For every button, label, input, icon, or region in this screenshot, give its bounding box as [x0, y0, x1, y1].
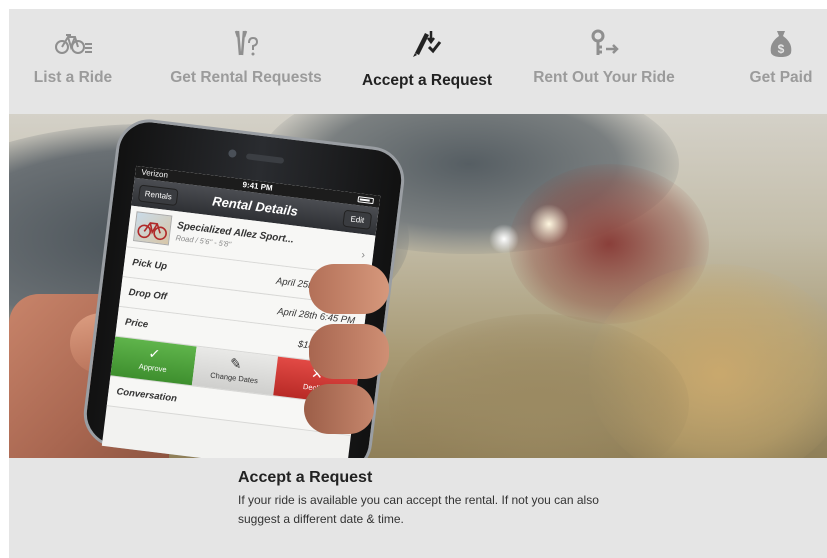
finger [309, 264, 389, 314]
step-label: Accept a Request [361, 72, 493, 89]
hero-photo: Verizon 9:41 PM Rentals Rental Details E… [9, 114, 827, 458]
step-label: Get Rental Requests [170, 69, 322, 86]
finger [304, 384, 374, 434]
finger [309, 324, 389, 379]
step-list-a-ride[interactable]: List a Ride [17, 9, 129, 114]
tools-question-icon [226, 27, 266, 59]
step-rent-out-your-ride[interactable]: Rent Out Your Ride [524, 9, 684, 114]
step-title: Accept a Request [238, 469, 373, 486]
pen-check-icon [407, 27, 447, 59]
step-description: Accept a Request If your ride is availab… [238, 469, 638, 529]
dropoff-label: Drop Off [128, 286, 168, 303]
step-label: Rent Out Your Ride [533, 69, 675, 86]
bicycle-thumbnail [132, 211, 173, 246]
money-bag-icon: $ [761, 27, 801, 59]
step-get-paid[interactable]: $ Get Paid [741, 9, 821, 114]
step-body: If your ride is available you can accept… [238, 493, 599, 526]
step-label: List a Ride [33, 69, 113, 86]
step-get-rental-requests[interactable]: Get Rental Requests [167, 9, 325, 114]
steps-nav: List a Ride Get Rental Requests Accept a… [9, 9, 827, 114]
pickup-label: Pick Up [131, 257, 168, 273]
svg-text:$: $ [778, 42, 785, 56]
conversation-label: Conversation [115, 386, 178, 405]
approve-label: Approve [138, 361, 168, 375]
price-label: Price [124, 316, 149, 331]
pencil-icon: ✎ [229, 354, 243, 373]
edit-button[interactable]: Edit [342, 209, 373, 230]
checkmark-icon: ✓ [147, 344, 162, 363]
bicycle-list-icon [53, 27, 93, 59]
how-it-works-panel: List a Ride Get Rental Requests Accept a… [9, 9, 827, 558]
step-accept-a-request[interactable]: Accept a Request [352, 9, 502, 114]
step-label: Get Paid [749, 69, 813, 86]
chevron-right-icon: › [360, 248, 366, 261]
key-arrow-icon [584, 27, 624, 59]
